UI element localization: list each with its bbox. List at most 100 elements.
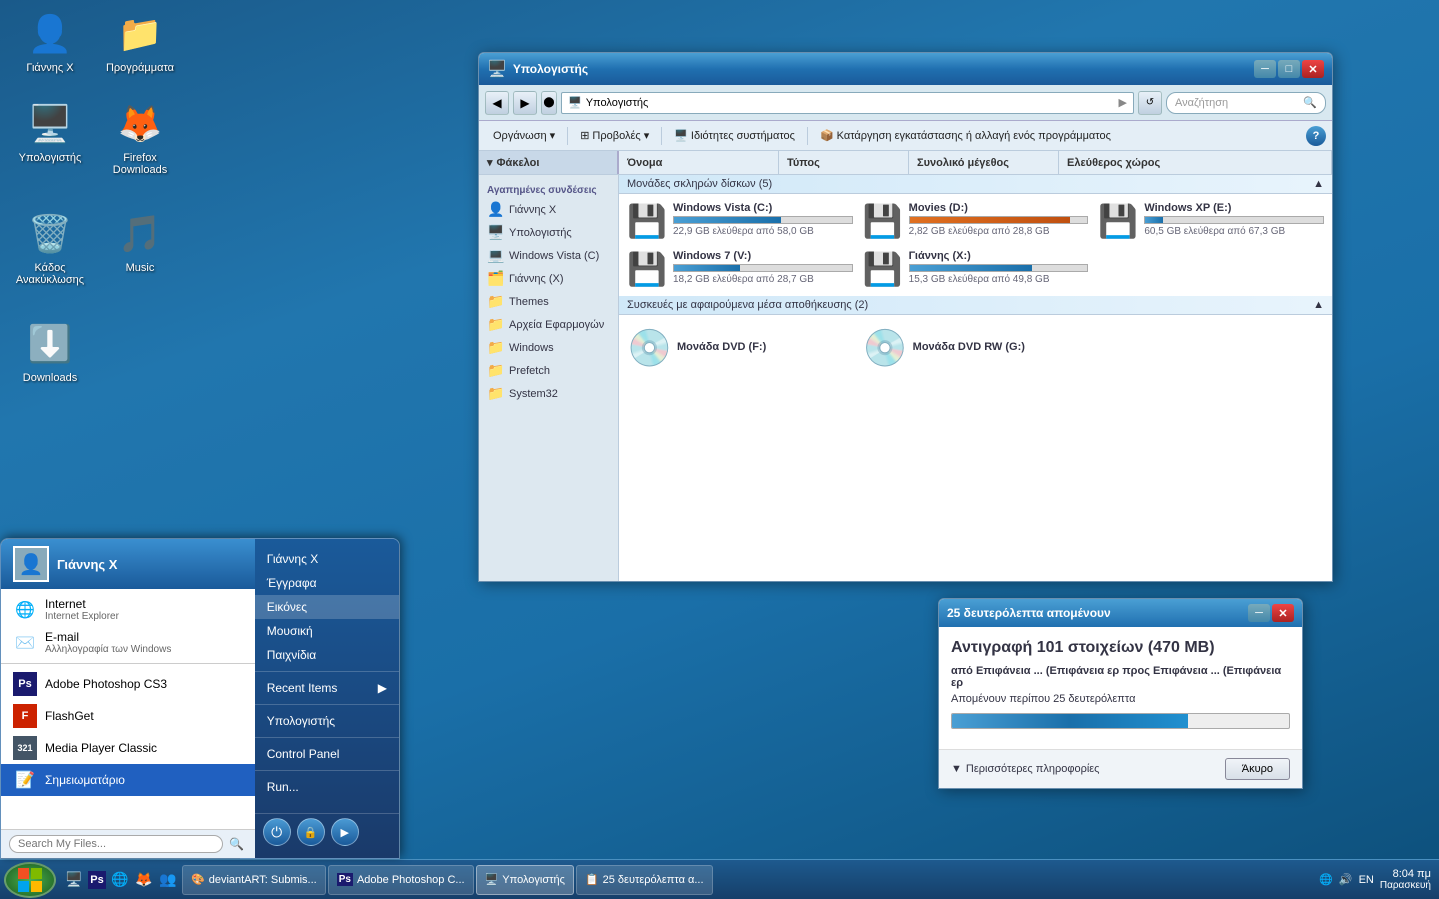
sidebar-item-system32[interactable]: 📁 System32	[479, 382, 618, 405]
start-item-notepad[interactable]: 📝 Σημειωματάριο	[1, 764, 255, 796]
start-right-games-label: Παιχνίδια	[267, 648, 317, 662]
start-right-recent-items[interactable]: Recent Items ▶	[255, 676, 399, 700]
start-right-documents[interactable]: Έγγραφα	[255, 571, 399, 595]
drive-e[interactable]: 💾 Windows XP (E:) 60,5 GB ελεύθερα από 6…	[1094, 198, 1328, 244]
quick-users-button[interactable]: 👥	[158, 870, 178, 890]
desktop-icon-music[interactable]: 🎵 Music	[100, 210, 180, 274]
sidebar-item-computer[interactable]: 🖥️ Υπολογιστής	[479, 221, 618, 244]
col-size[interactable]: Συνολικό μέγεθος	[909, 151, 1059, 174]
removable-section-header[interactable]: Συσκευές με αφαιρούμενα μέσα αποθήκευσης…	[619, 296, 1332, 315]
desktop-icon-user-folder[interactable]: 👤 Γιάννης Χ	[10, 10, 90, 74]
start-item-ie[interactable]: 🌐 Internet Internet Explorer	[1, 593, 255, 626]
drive-v[interactable]: 💾 Windows 7 (V:) 18,2 GB ελεύθερα από 28…	[623, 246, 857, 292]
desktop-icon-programs[interactable]: 📁 Προγράμματα	[100, 10, 180, 74]
recycle-label: Κάδος Ανακύκλωσης	[10, 262, 90, 286]
taskbar-items: 🎨 deviantART: Submis... Ps Adobe Photosh…	[178, 860, 1311, 899]
desktop-icon-downloads[interactable]: ⬇️ Downloads	[10, 320, 90, 384]
drive-d[interactable]: 💾 Movies (D:) 2,82 GB ελεύθερα από 28,8 …	[859, 198, 1093, 244]
start-right-control-label: Control Panel	[267, 747, 340, 761]
search-box[interactable]: Αναζήτηση 🔍	[1166, 92, 1326, 114]
desktop-icon-computer[interactable]: 🖥️ Υπολογιστής	[10, 100, 90, 164]
start-item-flashget[interactable]: F FlashGet	[1, 700, 255, 732]
copy-minimize-button[interactable]: ─	[1248, 604, 1270, 622]
help-button[interactable]: ?	[1306, 126, 1326, 146]
power-button[interactable]: ⏻	[263, 818, 291, 846]
cancel-button[interactable]: Άκυρο	[1225, 758, 1290, 780]
address-bar[interactable]: 🖥️ Υπολογιστής ▶	[561, 92, 1134, 114]
install-button[interactable]: 📦 Κατάργηση εγκατάστασης ή αλλαγή ενός π…	[812, 124, 1119, 148]
lock-button[interactable]: 🔒	[297, 818, 325, 846]
taskbar-copy[interactable]: 📋 25 δευτερόλεπτα α...	[576, 865, 713, 895]
all-programs-row[interactable]: ▶ All Programs	[1, 804, 255, 829]
start-search-input[interactable]	[9, 835, 223, 853]
drive-d-icon: 💾	[863, 202, 903, 240]
start-right-music[interactable]: Μουσική	[255, 619, 399, 643]
sleep-button[interactable]: ▶	[331, 818, 359, 846]
start-right-pictures[interactable]: Εικόνες	[255, 595, 399, 619]
dvd-f[interactable]: 💿 Μονάδα DVD (F:)	[623, 319, 857, 377]
views-button[interactable]: ⊞ Προβολές ▾	[572, 124, 657, 148]
explorer-maximize-button[interactable]: □	[1278, 60, 1300, 78]
properties-button[interactable]: 🖥️ Ιδιότητες συστήματος	[666, 124, 803, 148]
drive-c[interactable]: 💾 Windows Vista (C:) 22,9 GB ελεύθερα απ…	[623, 198, 857, 244]
dvd-g[interactable]: 💿 Μονάδα DVD RW (G:)	[859, 319, 1093, 377]
search-placeholder: Αναζήτηση	[1175, 97, 1228, 109]
explorer-minimize-button[interactable]: ─	[1254, 60, 1276, 78]
copy-from-line: από Επιφάνεια ... (Επιφάνεια ερ προς Επι…	[951, 665, 1290, 689]
col-free[interactable]: Ελεύθερος χώρος	[1059, 151, 1332, 174]
start-item-mediaplayer[interactable]: 321 Media Player Classic	[1, 732, 255, 764]
drives-grid: 💾 Windows Vista (C:) 22,9 GB ελεύθερα απ…	[619, 194, 1332, 296]
taskbar-deviantart[interactable]: 🎨 deviantART: Submis...	[182, 865, 326, 895]
drive-c-info: Windows Vista (C:) 22,9 GB ελεύθερα από …	[673, 202, 853, 237]
start-item-email[interactable]: ✉️ E-mail Αλληλογραφία των Windows	[1, 626, 255, 659]
clock[interactable]: 8:04 πμ Παρασκευή	[1380, 868, 1431, 891]
start-right-user[interactable]: Γιάννης Χ	[255, 547, 399, 571]
refresh-button[interactable]: ⬤	[541, 91, 557, 115]
desktop-icon-recycle[interactable]: 🗑️ Κάδος Ανακύκλωσης	[10, 210, 90, 286]
hard-drives-section-header[interactable]: Μονάδες σκληρών δίσκων (5) ▲	[619, 175, 1332, 194]
start-pinned-items: 🌐 Internet Internet Explorer ✉️ E-mail Α…	[1, 589, 255, 664]
copy-to-bold: Επιφάνεια ...	[1153, 665, 1220, 677]
taskbar-photoshop[interactable]: Ps Adobe Photoshop C...	[328, 865, 474, 895]
sidebar-item-windows[interactable]: 📁 Windows	[479, 336, 618, 359]
sidebar-item-giannix[interactable]: 🗂️ Γιάννης (Χ)	[479, 267, 618, 290]
copy-close-button[interactable]: ✕	[1272, 604, 1294, 622]
drive-c-name: Windows Vista (C:)	[673, 202, 853, 214]
explorer-addressbar: ◀ ▶ ⬤ 🖥️ Υπολογιστής ▶ ↺ Αναζήτηση 🔍	[479, 85, 1332, 121]
go-button[interactable]: ↺	[1138, 91, 1162, 115]
back-button[interactable]: ◀	[485, 91, 509, 115]
col-name[interactable]: Όνομα	[619, 151, 779, 174]
quick-photoshop-button[interactable]: Ps	[88, 871, 106, 889]
sidebar-item-user[interactable]: 👤 Γιάννης Χ	[479, 198, 618, 221]
organize-button[interactable]: Οργάνωση ▾	[485, 124, 563, 148]
quick-firefox-button[interactable]: 🦊	[134, 870, 154, 890]
install-label: Κατάργηση εγκατάστασης ή αλλαγή ενός προ…	[837, 130, 1111, 142]
quick-ie-button[interactable]: 🌐	[110, 870, 130, 890]
photoshop-label: Adobe Photoshop CS3	[45, 677, 167, 691]
sidebar-item-themes[interactable]: 📁 Themes	[479, 290, 618, 313]
start-search-button[interactable]: 🔍	[227, 834, 247, 854]
install-icon: 📦	[820, 129, 834, 142]
start-button[interactable]	[4, 862, 56, 898]
start-right-control-panel[interactable]: Control Panel	[255, 742, 399, 766]
forward-button[interactable]: ▶	[513, 91, 537, 115]
sidebar-item-wvista[interactable]: 💻 Windows Vista (C)	[479, 244, 618, 267]
desktop-icon-firefox[interactable]: 🦊 Firefox Downloads	[100, 100, 180, 176]
drive-x[interactable]: 💾 Γιάννης (X:) 15,3 GB ελεύθερα από 49,8…	[859, 246, 1093, 292]
more-info-button[interactable]: ▼ Περισσότερες πληροφορίες	[951, 763, 1100, 775]
col-type[interactable]: Τύπος	[779, 151, 909, 174]
start-right-run[interactable]: Run...	[255, 775, 399, 799]
notepad-icon: 📝	[13, 768, 37, 792]
start-right-games[interactable]: Παιχνίδια	[255, 643, 399, 667]
start-right-computer[interactable]: Υπολογιστής	[255, 709, 399, 733]
taskbar-explorer[interactable]: 🖥️ Υπολογιστής	[476, 865, 574, 895]
sidebar-item-prefetch[interactable]: 📁 Prefetch	[479, 359, 618, 382]
explorer-close-button[interactable]: ✕	[1302, 60, 1324, 78]
email-sublabel: Αλληλογραφία των Windows	[45, 644, 171, 655]
col-folders[interactable]: ▾ Φάκελοι	[479, 151, 619, 174]
start-item-photoshop[interactable]: Ps Adobe Photoshop CS3	[1, 668, 255, 700]
start-right-run-label: Run...	[267, 780, 299, 794]
show-desktop-button[interactable]: 🖥️	[64, 870, 84, 890]
sidebar-item-apps[interactable]: 📁 Αρχεία Εφαρμογών	[479, 313, 618, 336]
more-info-label: Περισσότερες πληροφορίες	[966, 763, 1100, 775]
